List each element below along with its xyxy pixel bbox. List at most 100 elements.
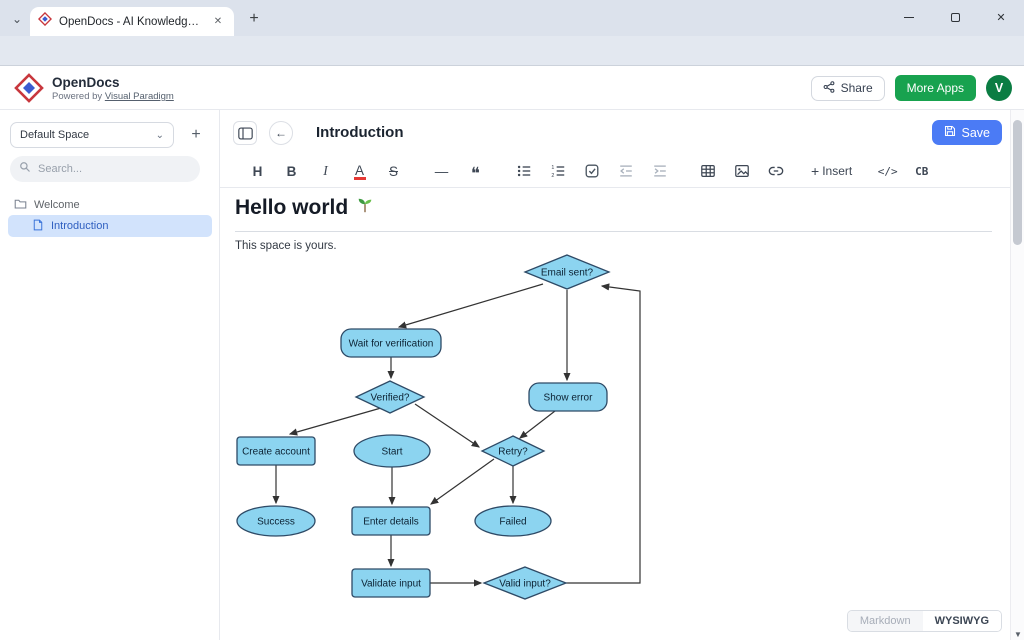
save-button[interactable]: Save: [932, 120, 1003, 145]
numbered-list-icon: 12: [550, 163, 566, 179]
svg-text:Start: Start: [381, 447, 402, 458]
tab-favicon-icon: [38, 12, 52, 31]
tab-strip: ⌄ OpenDocs - AI Knowledge Base ✕ + ✕: [0, 0, 1024, 36]
sidebar-search[interactable]: [10, 156, 200, 182]
blockquote-button[interactable]: ❝: [463, 159, 488, 184]
sidebar-item-introduction[interactable]: Introduction: [8, 215, 212, 237]
task-list-icon: [584, 163, 600, 179]
document-editor[interactable]: Hello world 🌱 This space is yours. Email…: [220, 188, 1010, 640]
opendocs-logo-icon: [14, 73, 44, 108]
minimize-button[interactable]: [886, 0, 932, 35]
flow-edge-valid_input-to-email_sent: [566, 286, 640, 583]
powered-by-text: Powered by: [52, 91, 102, 102]
scrollbar-thumb[interactable]: [1013, 120, 1022, 245]
flowchart-image[interactable]: Email sent?Wait for verificationVerified…: [220, 188, 1010, 640]
link-button[interactable]: [763, 159, 788, 184]
scrollbar-down-arrow[interactable]: ▼: [1011, 630, 1024, 639]
app-header: OpenDocs Powered by Visual Paradigm Shar…: [0, 66, 1024, 110]
visual-paradigm-link[interactable]: Visual Paradigm: [105, 91, 174, 102]
code-group: </> CB: [875, 159, 934, 184]
heading-button[interactable]: H: [245, 159, 270, 184]
save-icon: [944, 125, 956, 140]
svg-text:Show error: Show error: [544, 393, 594, 404]
folder-icon: [14, 197, 27, 213]
bullet-list-button[interactable]: [511, 159, 536, 184]
text-color-button[interactable]: A: [347, 159, 372, 184]
add-space-button[interactable]: +: [184, 123, 208, 147]
block-group: — ❝: [429, 159, 488, 184]
user-avatar[interactable]: V: [986, 75, 1012, 101]
text-color-label: A: [355, 163, 364, 178]
svg-text:1: 1: [551, 165, 554, 171]
strikethrough-button[interactable]: S: [381, 159, 406, 184]
share-button[interactable]: Share: [811, 76, 885, 101]
toggle-sidebar-button[interactable]: [233, 121, 257, 145]
indent-button[interactable]: [647, 159, 672, 184]
flow-node-start: Start: [354, 435, 430, 467]
plus-icon: +: [811, 163, 819, 179]
flow-node-wait_verification: Wait for verification: [341, 329, 441, 357]
app-name: OpenDocs: [52, 75, 120, 90]
flow-node-create_account: Create account: [237, 437, 315, 465]
tab-search-chevron-icon[interactable]: ⌄: [6, 8, 28, 30]
svg-text:Validate input: Validate input: [361, 579, 421, 590]
svg-text:Valid input?: Valid input?: [499, 579, 551, 590]
numbered-list-button[interactable]: 12: [545, 159, 570, 184]
link-icon: [768, 163, 784, 179]
more-apps-button[interactable]: More Apps: [895, 75, 976, 101]
browser-window: ⌄ OpenDocs - AI Knowledge Base ✕ + ✕ ← →…: [0, 0, 1024, 640]
page-title: Introduction: [316, 124, 403, 141]
table-button[interactable]: [695, 159, 720, 184]
browser-tab[interactable]: OpenDocs - AI Knowledge Base ✕: [30, 7, 234, 36]
text-style-group: H B I A S: [245, 159, 406, 184]
insert-label: Insert: [822, 164, 852, 178]
flow-node-failed: Failed: [475, 506, 551, 536]
sidebar-item-label: Introduction: [51, 220, 108, 232]
svg-text:Retry?: Retry?: [498, 447, 528, 458]
svg-text:Email sent?: Email sent?: [541, 268, 594, 279]
new-tab-button[interactable]: +: [243, 8, 265, 30]
panel-toggle-icon: [238, 127, 253, 140]
image-button[interactable]: [729, 159, 754, 184]
flow-edge-verified-to-create_account: [290, 408, 381, 434]
svg-text:Create account: Create account: [242, 447, 310, 458]
bold-button[interactable]: B: [279, 159, 304, 184]
inline-code-button[interactable]: </>: [875, 159, 900, 184]
svg-text:2: 2: [551, 173, 554, 179]
outdent-button[interactable]: [613, 159, 638, 184]
markdown-mode-button[interactable]: Markdown: [848, 611, 923, 631]
space-selector-label: Default Space: [20, 129, 89, 141]
task-list-button[interactable]: [579, 159, 604, 184]
insert-group: + Insert: [811, 163, 852, 179]
maximize-icon: [951, 13, 960, 22]
sidebar-item-label: Welcome: [34, 199, 80, 211]
close-window-button[interactable]: ✕: [978, 0, 1024, 35]
share-icon: [823, 81, 835, 96]
sidebar-item-welcome[interactable]: Welcome: [0, 194, 220, 216]
svg-text:Wait for verification: Wait for verification: [349, 339, 434, 350]
flow-node-show_error: Show error: [529, 383, 607, 411]
chevron-down-icon: ⌄: [156, 130, 164, 141]
flow-edge-show_error-to-retry: [520, 411, 555, 438]
flow-node-success: Success: [237, 506, 315, 536]
space-selector[interactable]: Default Space ⌄: [10, 122, 174, 148]
svg-text:Enter details: Enter details: [363, 517, 419, 528]
flow-edge-email_sent-to-wait_verification: [399, 284, 543, 327]
share-label: Share: [841, 81, 873, 95]
vertical-scrollbar[interactable]: ▼: [1010, 110, 1024, 640]
content-header: ← Introduction Save: [220, 110, 1010, 155]
doc-back-button[interactable]: ←: [269, 121, 293, 145]
horizontal-rule-button[interactable]: —: [429, 159, 454, 184]
flow-node-enter_details: Enter details: [352, 507, 430, 535]
code-block-button[interactable]: CB: [909, 159, 934, 184]
wysiwyg-mode-button[interactable]: WYSIWYG: [923, 611, 1001, 631]
svg-text:Failed: Failed: [499, 517, 526, 528]
outdent-icon: [618, 163, 634, 179]
maximize-button[interactable]: [932, 0, 978, 35]
table-icon: [700, 163, 716, 179]
italic-button[interactable]: I: [313, 159, 338, 184]
insert-button[interactable]: + Insert: [811, 163, 852, 179]
insert-object-group: [695, 159, 788, 184]
search-input[interactable]: [38, 163, 191, 175]
tab-close-icon[interactable]: ✕: [210, 14, 226, 30]
